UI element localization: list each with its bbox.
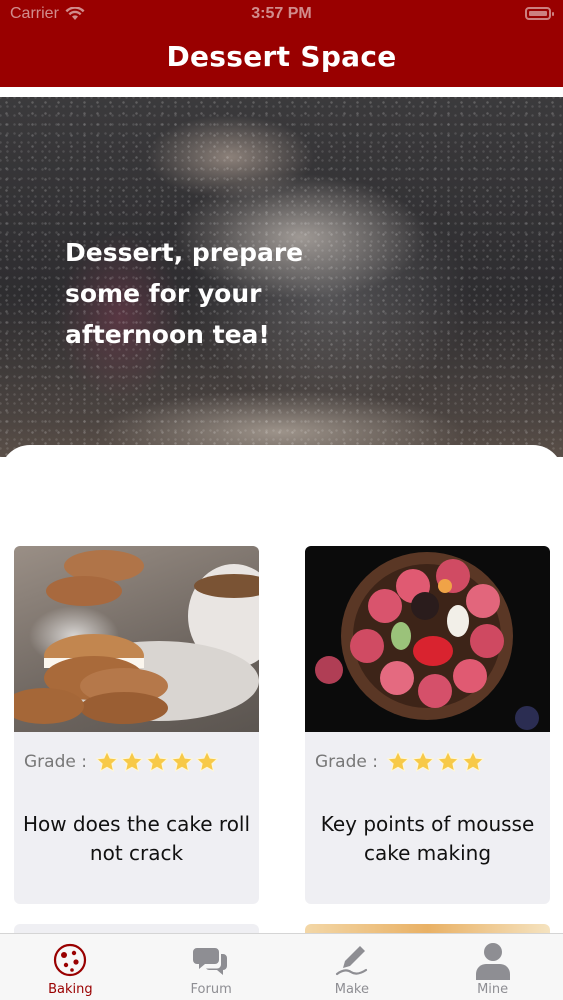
card-title: Key points of mousse cake making xyxy=(320,812,535,865)
tab-bar: Baking Forum Make Mine xyxy=(0,933,563,1000)
star-rating xyxy=(95,750,219,774)
star-icon xyxy=(120,750,144,772)
recipe-card-mousse[interactable]: Grade : Key points of mousse cake making xyxy=(305,546,550,904)
chat-bubbles-icon xyxy=(193,948,228,975)
page-title: Dessert Space xyxy=(166,40,397,73)
star-icon xyxy=(411,750,435,772)
tab-label: Make xyxy=(334,982,369,997)
cookie-icon xyxy=(54,943,87,977)
star-rating xyxy=(386,750,485,774)
tab-make[interactable]: Make xyxy=(282,934,423,1000)
star-icon xyxy=(461,750,485,772)
mousse-tart-photo xyxy=(305,546,550,732)
tab-forum[interactable]: Forum xyxy=(141,934,282,1000)
recipe-card-cake-roll[interactable]: Grade : How does the cake roll not crack xyxy=(14,546,259,904)
tab-baking[interactable]: Baking xyxy=(0,934,141,1000)
tab-label: Baking xyxy=(48,982,93,997)
tab-mine[interactable]: Mine xyxy=(422,934,563,1000)
cookies-photo xyxy=(14,546,259,732)
star-icon xyxy=(386,750,410,772)
grade-row: Grade : xyxy=(24,749,219,775)
star-icon xyxy=(170,750,194,772)
star-icon xyxy=(195,750,219,772)
grade-row: Grade : xyxy=(315,749,485,775)
grade-label: Grade : xyxy=(24,752,87,772)
tab-label: Forum xyxy=(190,982,232,997)
status-bar: Carrier 3:57 PM xyxy=(0,0,563,30)
status-time: 3:57 PM xyxy=(251,5,312,22)
pen-icon xyxy=(335,946,367,976)
grade-label: Grade : xyxy=(315,752,378,772)
tab-label: Mine xyxy=(477,982,509,997)
star-icon xyxy=(95,750,119,772)
star-icon xyxy=(145,750,169,772)
battery-icon xyxy=(525,7,554,20)
hero-tagline: Dessert, prepare some for your afternoon… xyxy=(65,238,304,349)
navigation-header: Carrier 3:57 PM Dessert Space xyxy=(0,0,563,87)
card-title: How does the cake roll not crack xyxy=(22,812,251,865)
star-icon xyxy=(436,750,460,772)
person-icon xyxy=(475,943,510,980)
hero-banner: Dessert, prepare some for your afternoon… xyxy=(0,97,563,457)
